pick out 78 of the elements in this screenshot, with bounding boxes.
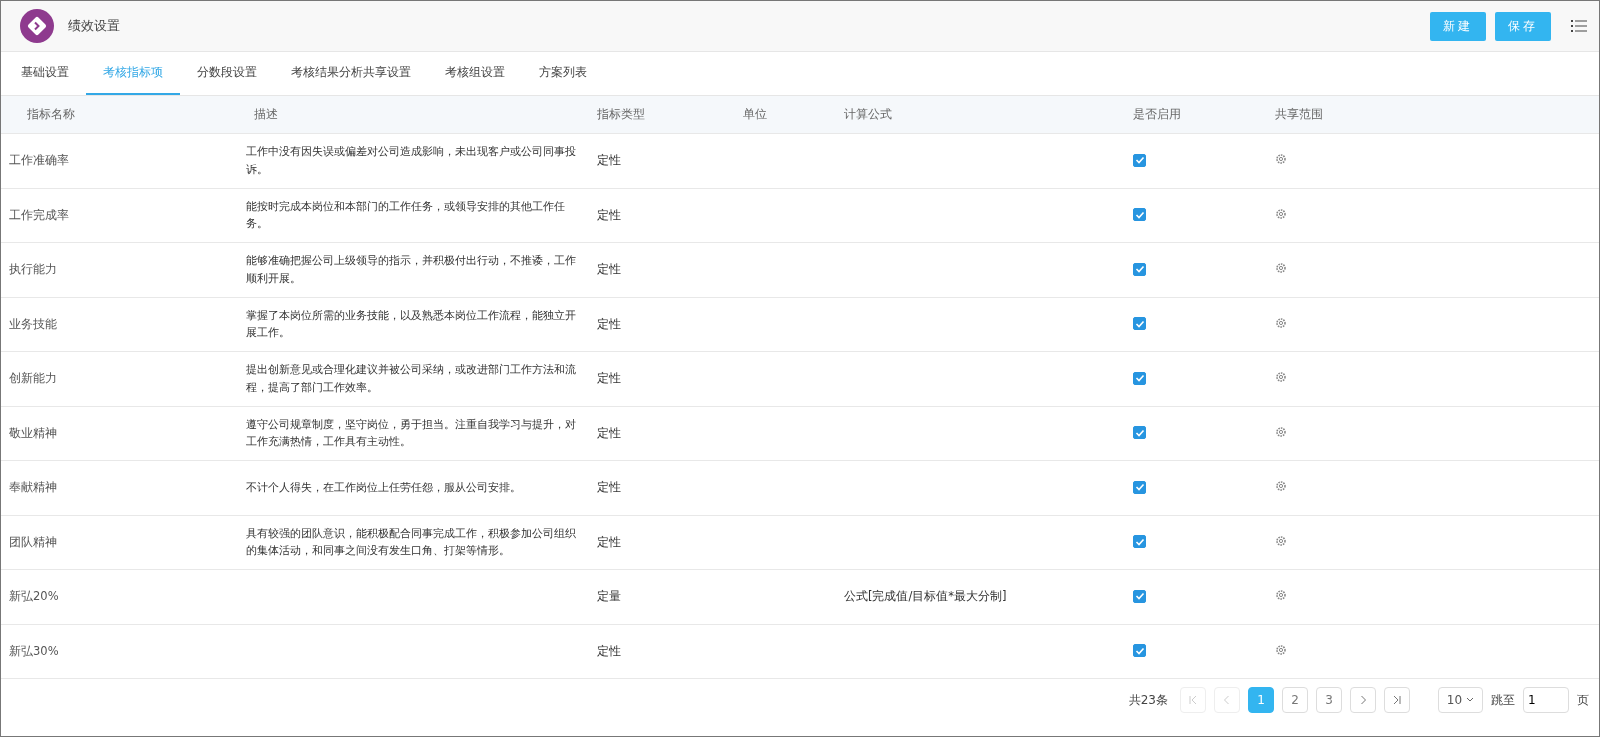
table-cell: 遵守公司规章制度，坚守岗位，勇于担当。注重自我学习与提升，对工作充满热情，工作具有主动性。 xyxy=(246,417,576,449)
settings-icon[interactable] xyxy=(1275,153,1287,166)
table-cell: 能按时完成本岗位和本部门的工作任务，或领导安排的其他工作任务。 xyxy=(246,199,565,231)
table-cell-text: 敬业精神 xyxy=(8,425,58,441)
table-cell: 能够准确把握公司上级领导的指示，并积极付出行动，不推诿，工作顺利开展。 xyxy=(246,254,576,285)
settings-icon[interactable] xyxy=(1275,480,1287,493)
table-cell: 掌握了本岗位所需的业务技能，以及熟悉本岗位工作流程，能独立开展工作。 xyxy=(246,308,576,340)
table-cell-text: 定性 xyxy=(596,534,622,550)
tab[interactable]: 考核组设置 xyxy=(428,52,522,95)
table-cell-text: 定性 xyxy=(596,316,622,332)
chevron-right-icon xyxy=(1358,695,1368,705)
caret-icon xyxy=(1466,697,1475,703)
column-header: 计算公式 xyxy=(843,107,893,122)
column-header: 指标名称 xyxy=(26,107,76,122)
table-cell-text: 定性 xyxy=(596,643,622,659)
total-count: 共23条 xyxy=(1128,691,1168,709)
table-cell-text: 执行能力 xyxy=(8,262,58,278)
table-cell: 公式[完成值/目标值*最大分制] xyxy=(844,589,1007,604)
table-cell: 不计个人得失，在工作岗位上任劳任怨，服从公司安排。 xyxy=(246,480,521,494)
table-cell-text: 业务技能 xyxy=(8,316,58,332)
settings-icon[interactable] xyxy=(1275,207,1287,220)
checkbox[interactable] xyxy=(1133,208,1146,221)
checkbox[interactable] xyxy=(1133,262,1146,276)
table-cell-text: 工作完成率 xyxy=(8,207,70,223)
checkbox[interactable] xyxy=(1133,644,1146,657)
checkbox[interactable] xyxy=(1133,480,1146,494)
table-cell-text: 定性 xyxy=(596,371,622,387)
settings-icon[interactable] xyxy=(1275,371,1287,384)
settings-icon[interactable] xyxy=(1275,425,1287,438)
settings-icon[interactable] xyxy=(1275,589,1287,602)
app-logo-icon xyxy=(20,9,54,43)
checkbox[interactable] xyxy=(1133,317,1146,330)
tab[interactable]: 考核结果分析共享设置 xyxy=(274,52,428,95)
checkbox[interactable] xyxy=(1133,426,1146,439)
column-header: 描述 xyxy=(253,107,279,122)
table-cell-text: 定性 xyxy=(596,480,622,496)
column-header: 指标类型 xyxy=(596,107,646,122)
table-cell-text: 奉献精神 xyxy=(8,480,58,496)
menu-icon[interactable] xyxy=(1571,19,1587,33)
settings-icon[interactable] xyxy=(1275,643,1287,656)
first-page-icon xyxy=(1188,695,1198,705)
page-size-select[interactable]: 10 xyxy=(1438,687,1483,713)
last-page-icon xyxy=(1392,695,1402,705)
table-cell-text: 定性 xyxy=(596,425,622,441)
page-label: 页 xyxy=(1577,691,1589,709)
settings-icon[interactable] xyxy=(1275,534,1287,547)
last-page-button[interactable] xyxy=(1384,687,1410,713)
checkbox[interactable] xyxy=(1133,371,1146,385)
table-cell-text: 新弘20% xyxy=(8,589,60,605)
tab[interactable]: 方案列表 xyxy=(522,52,604,95)
table-cell-text: 定量 xyxy=(596,589,622,605)
jump-label: 跳至 xyxy=(1491,691,1515,709)
page-input[interactable]: 1 xyxy=(1523,687,1569,713)
settings-icon[interactable] xyxy=(1275,316,1287,329)
table-cell: 工作中没有因失误或偏差对公司造成影响，未出现客户或公司同事投诉。 xyxy=(246,145,576,176)
next-page-button[interactable] xyxy=(1350,687,1376,713)
checkbox[interactable] xyxy=(1133,535,1146,548)
page-title: 绩效设置 xyxy=(68,17,120,35)
column-header: 共享范围 xyxy=(1274,107,1324,122)
table-cell-text: 工作准确率 xyxy=(8,153,70,169)
table-cell-text: 创新能力 xyxy=(8,371,58,387)
table-cell: 提出创新意见或合理化建议并被公司采纳，或改进部门工作方法和流程，提高了部门工作效率。 xyxy=(246,363,576,394)
page-button[interactable]: 3 xyxy=(1316,687,1342,713)
tab[interactable]: 基础设置 xyxy=(4,52,86,95)
tab[interactable]: 分数段设置 xyxy=(180,52,274,95)
settings-icon[interactable] xyxy=(1275,262,1287,275)
column-header: 单位 xyxy=(742,107,768,122)
table-cell-text: 定性 xyxy=(596,153,622,169)
table-cell: 具有较强的团队意识，能积极配合同事完成工作，积极参加公司组织的集体活动，和同事之间没有发生口角、打架等情形。 xyxy=(246,526,576,558)
table-cell-text: 新弘30% xyxy=(8,643,60,659)
column-header: 是否启用 xyxy=(1132,107,1182,122)
checkbox[interactable] xyxy=(1133,153,1146,167)
chevron-left-icon xyxy=(1222,695,1232,705)
checkbox[interactable] xyxy=(1133,589,1146,603)
table-cell-text: 定性 xyxy=(596,207,622,223)
table-cell-text: 定性 xyxy=(596,262,622,278)
table-cell-text: 团队精神 xyxy=(8,534,58,550)
page-button[interactable]: 2 xyxy=(1282,687,1308,713)
